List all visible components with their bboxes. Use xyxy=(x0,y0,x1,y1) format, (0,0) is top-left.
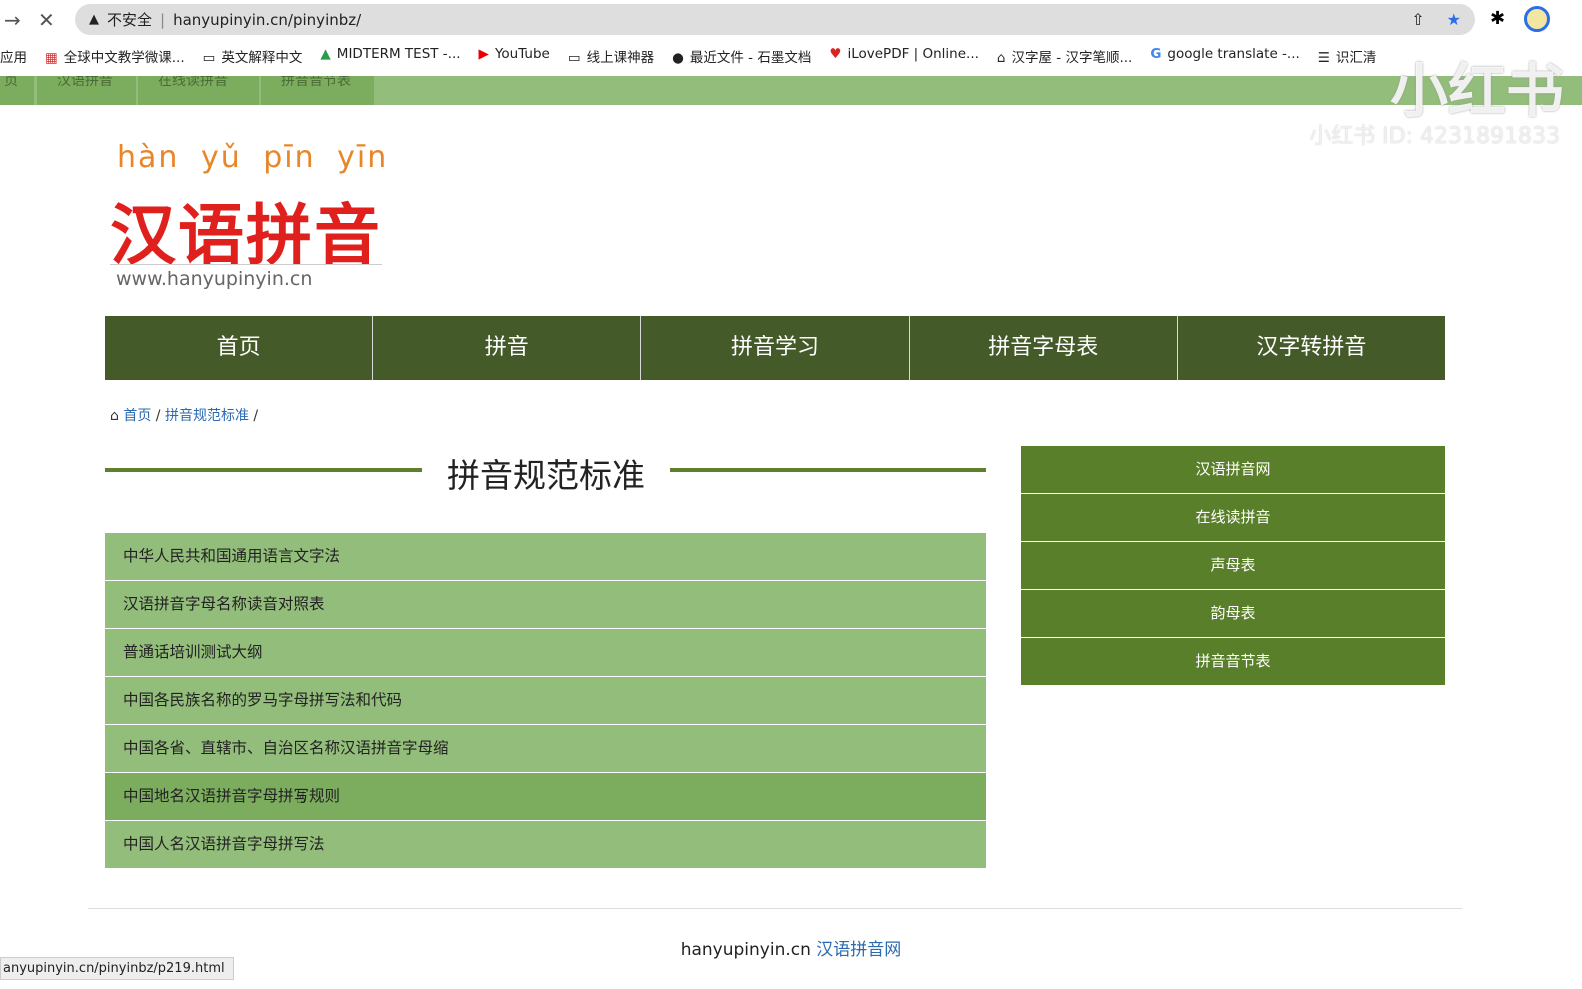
bookmarks-bar: 应用 ▦ 全球中文教学微课... ▭ 英文解释中文 ▲ MIDTERM TEST -.… xyxy=(0,46,1376,66)
sidebar-item[interactable]: 在线读拼音 xyxy=(1021,494,1445,541)
breadcrumb: ⌂ 首页 / 拼音规范标准 / xyxy=(110,405,258,425)
nav-hanzi-to-pinyin[interactable]: 汉字转拼音 xyxy=(1178,316,1445,380)
list-item[interactable]: 汉语拼音字母名称读音对照表 xyxy=(105,581,986,628)
logo-pinyin: hàn yǔ pīn yīn xyxy=(117,140,389,175)
standards-list: 中华人民共和国通用语言文字法 汉语拼音字母名称读音对照表 普通话培训测试大纲 中… xyxy=(105,533,986,869)
sidebar-item[interactable]: 拼音音节表 xyxy=(1021,638,1445,685)
address-bar[interactable]: ▲ 不安全 | hanyupinyin.cn/pinyinbz/ ⇧ ★ xyxy=(75,4,1475,35)
main-nav: 首页 拼音 拼音学习 拼音字母表 汉字转拼音 xyxy=(105,316,1445,380)
bookmark[interactable]: ☰ 识汇清 xyxy=(1318,46,1377,66)
shimo-icon: ● xyxy=(672,50,684,66)
doc-icon: ☰ xyxy=(1317,50,1330,66)
security-label[interactable]: 不安全 xyxy=(107,9,152,30)
share-icon[interactable]: ⇧ xyxy=(1411,10,1424,29)
sidebar-item[interactable]: 声母表 xyxy=(1021,542,1445,589)
nav-pinyin[interactable]: 拼音 xyxy=(373,316,642,380)
breadcrumb-sep: / xyxy=(155,408,161,424)
bookmark[interactable]: ● 最近文件 - 石墨文档 xyxy=(672,46,811,66)
bookmark[interactable]: ♥ iLovePDF | Online... xyxy=(829,46,979,66)
page-title: 拼音规范标准 xyxy=(447,456,645,495)
bookmark[interactable]: 应用 xyxy=(0,46,27,66)
list-item[interactable]: 中国各省、直辖市、自治区名称汉语拼音字母缩 xyxy=(105,725,986,772)
list-item[interactable]: 中国地名汉语拼音字母拼写规则 xyxy=(105,773,986,820)
youtube-icon: ▶ xyxy=(478,46,489,62)
footer: hanyupinyin.cn 汉语拼音网 xyxy=(0,935,1582,960)
bookmark[interactable]: ▭ 线上课神器 xyxy=(568,46,654,66)
bookmark[interactable]: Ggoogle translate -... xyxy=(1150,46,1299,66)
sticky-nav: 页 汉语拼音 在线读拼音 拼音音节表 xyxy=(0,76,1582,105)
bookmark[interactable]: ▭ 英文解释中文 xyxy=(203,46,303,66)
title-rule-left xyxy=(105,468,422,472)
sticky-nav-item[interactable]: 页 xyxy=(0,76,35,105)
watermark-id: 小红书 ID: 4231891833 xyxy=(1309,124,1560,149)
logo-url: www.hanyupinyin.cn xyxy=(110,264,382,290)
status-bar-url: anyupinyin.cn/pinyinbz/p219.html xyxy=(0,957,234,980)
list-item[interactable]: 普通话培训测试大纲 xyxy=(105,629,986,676)
breadcrumb-home[interactable]: 首页 xyxy=(123,408,151,424)
home-icon: ⌂ xyxy=(110,408,119,424)
sticky-nav-item[interactable]: 拼音音节表 xyxy=(261,76,375,105)
extensions-icon[interactable]: ✱ xyxy=(1490,8,1505,29)
list-item[interactable]: 中国各民族名称的罗马字母拼写法和代码 xyxy=(105,677,986,724)
drive-icon: ▲ xyxy=(320,46,331,62)
hand-cursor-icon: ☝ xyxy=(296,788,306,807)
footer-domain: hanyupinyin.cn xyxy=(680,940,811,960)
forward-icon[interactable]: → xyxy=(4,8,21,32)
breadcrumb-current[interactable]: 拼音规范标准 xyxy=(165,408,249,424)
watermark-logo: 小红书 xyxy=(1389,57,1564,125)
bookmark[interactable]: ⌂ 汉字屋 - 汉字笔顺... xyxy=(997,46,1132,66)
list-item[interactable]: 中华人民共和国通用语言文字法 xyxy=(105,533,986,580)
sidebar-item[interactable]: 汉语拼音网 xyxy=(1021,446,1445,493)
profile-avatar[interactable] xyxy=(1524,6,1550,32)
bookmark[interactable]: ▦ 全球中文教学微课... xyxy=(45,46,185,66)
site-icon: ▦ xyxy=(45,50,58,66)
house-icon: ⌂ xyxy=(996,50,1006,66)
title-rule-right xyxy=(670,468,986,472)
google-icon: G xyxy=(1150,46,1162,62)
footer-divider xyxy=(88,908,1462,909)
sidebar: 汉语拼音网 在线读拼音 声母表 韵母表 拼音音节表 xyxy=(1021,446,1445,686)
bookmark[interactable]: ▲ MIDTERM TEST -... xyxy=(320,46,460,66)
divider: | xyxy=(160,10,166,29)
warning-icon: ▲ xyxy=(89,12,99,27)
breadcrumb-sep: / xyxy=(253,408,259,424)
sticky-nav-item[interactable]: 在线读拼音 xyxy=(138,76,260,105)
sidebar-item[interactable]: 韵母表 xyxy=(1021,590,1445,637)
browser-chrome: → ✕ ▲ 不安全 | hanyupinyin.cn/pinyinbz/ ⇧ ★ … xyxy=(0,0,1582,76)
bookmark-star-icon[interactable]: ★ xyxy=(1447,10,1461,29)
ilovepdf-icon: ♥ xyxy=(829,46,842,62)
list-item[interactable]: 中国人名汉语拼音字母拼写法 xyxy=(105,821,986,868)
nav-pinyin-study[interactable]: 拼音学习 xyxy=(641,316,910,380)
nav-home[interactable]: 首页 xyxy=(105,316,374,380)
sticky-nav-item[interactable]: 汉语拼音 xyxy=(37,76,137,105)
folder-icon: ▭ xyxy=(202,50,216,66)
bookmark[interactable]: ▶ YouTube xyxy=(479,46,550,66)
url-text[interactable]: hanyupinyin.cn/pinyinbz/ xyxy=(173,11,361,29)
footer-link[interactable]: 汉语拼音网 xyxy=(816,940,901,960)
stop-loading-icon[interactable]: ✕ xyxy=(38,8,55,32)
folder-icon: ▭ xyxy=(567,50,581,66)
nav-alphabet[interactable]: 拼音字母表 xyxy=(910,316,1178,380)
